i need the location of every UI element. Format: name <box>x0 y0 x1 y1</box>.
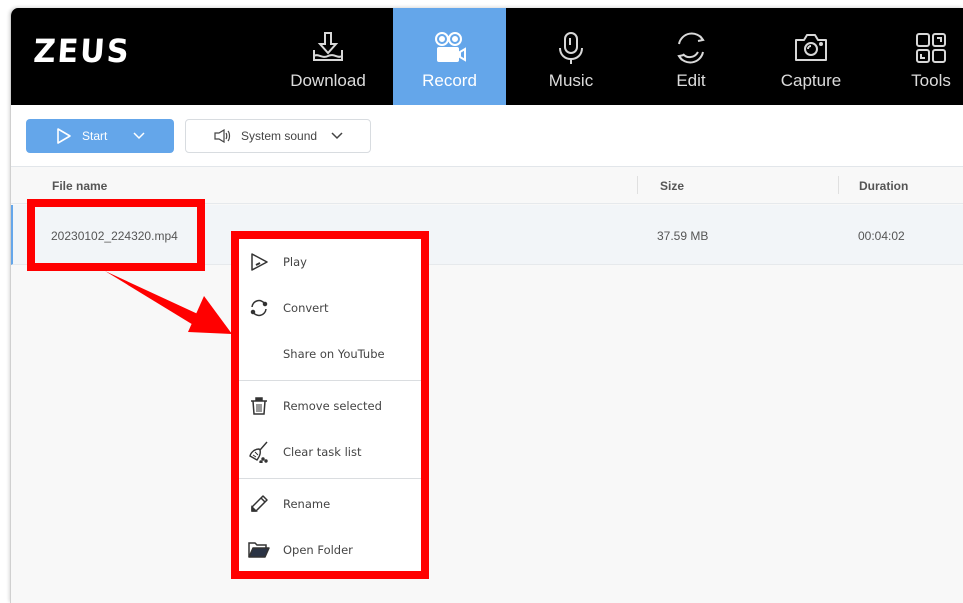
menu-label: Remove selected <box>283 399 382 413</box>
broom-icon <box>239 441 279 463</box>
context-menu: Play Convert Share on YouTube Remove sel… <box>231 231 429 579</box>
start-label: Start <box>82 129 108 143</box>
column-header-file-name[interactable]: File name <box>52 179 107 193</box>
menu-item-play[interactable]: Play <box>239 242 421 282</box>
column-header-duration[interactable]: Duration <box>859 179 908 193</box>
nav-label: Record <box>422 71 477 90</box>
video-camera-icon <box>432 28 468 68</box>
top-bar: ZEUS Download Record Music Edit Capture … <box>11 8 963 105</box>
duration-cell: 00:04:02 <box>858 229 905 243</box>
grid-icon <box>913 28 949 68</box>
menu-item-share-youtube[interactable]: Share on YouTube <box>239 334 421 374</box>
system-sound-dropdown[interactable]: System sound <box>185 119 371 153</box>
nav-edit[interactable]: Edit <box>636 8 746 105</box>
column-divider[interactable] <box>637 176 638 194</box>
annotation-highlight-box <box>27 199 205 271</box>
menu-label: Rename <box>283 497 331 511</box>
arrow-shaft <box>105 271 200 326</box>
nav-record[interactable]: Record <box>393 8 506 105</box>
nav-tools[interactable]: Tools <box>876 8 963 105</box>
menu-item-clear-task-list[interactable]: Clear task list <box>239 432 421 472</box>
refresh-icon <box>673 28 709 68</box>
menu-label: Convert <box>283 301 329 315</box>
menu-divider <box>239 478 421 479</box>
microphone-icon <box>553 28 589 68</box>
nav-capture[interactable]: Capture <box>756 8 866 105</box>
start-button[interactable]: Start <box>26 119 174 153</box>
trash-icon <box>239 396 279 416</box>
folder-icon <box>239 541 279 559</box>
menu-item-convert[interactable]: Convert <box>239 288 421 328</box>
nav-label: Capture <box>780 71 842 90</box>
nav-music[interactable]: Music <box>516 8 626 105</box>
menu-label: Play <box>283 255 307 269</box>
menu-label: Clear task list <box>283 445 362 459</box>
column-header-size[interactable]: Size <box>660 179 684 193</box>
download-icon <box>310 28 346 68</box>
nav-label: Edit <box>676 71 706 90</box>
sound-label: System sound <box>241 129 318 143</box>
play-icon <box>239 252 279 272</box>
menu-item-rename[interactable]: Rename <box>239 484 421 524</box>
chevron-down-icon <box>331 132 343 140</box>
speaker-icon <box>214 129 232 143</box>
app-logo: ZEUS <box>32 32 132 70</box>
chevron-down-icon[interactable] <box>133 132 145 140</box>
menu-item-open-folder[interactable]: Open Folder <box>239 530 421 570</box>
annotation-arrow <box>105 271 232 334</box>
menu-item-remove-selected[interactable]: Remove selected <box>239 386 421 426</box>
camera-icon <box>793 28 829 68</box>
menu-label: Share on YouTube <box>283 347 385 361</box>
nav-label: Tools <box>911 71 951 90</box>
menu-divider <box>239 380 421 381</box>
column-divider[interactable] <box>838 176 839 194</box>
nav-download[interactable]: Download <box>273 8 383 105</box>
play-icon <box>56 127 72 145</box>
convert-icon <box>239 298 279 318</box>
toolbar: Start System sound <box>11 105 963 167</box>
menu-label: Open Folder <box>283 543 353 557</box>
size-cell: 37.59 MB <box>657 229 709 243</box>
pencil-icon <box>239 494 279 514</box>
nav-label: Download <box>290 71 366 90</box>
nav-label: Music <box>548 71 594 90</box>
